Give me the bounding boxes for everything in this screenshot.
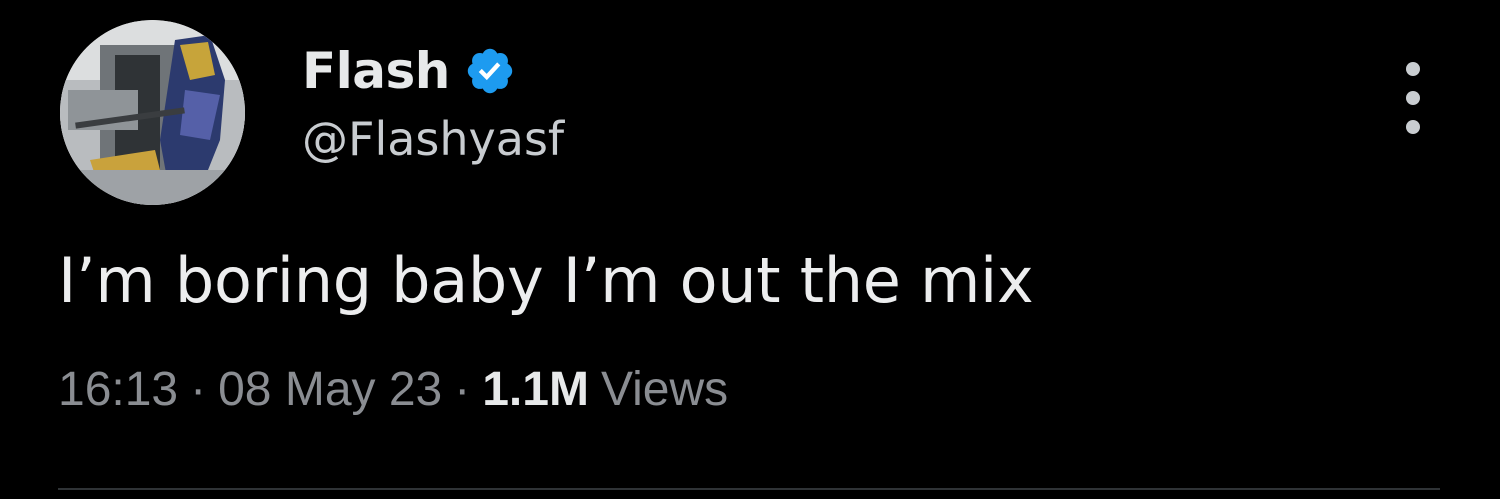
more-options-icon bbox=[1406, 62, 1420, 76]
user-handle[interactable]: @Flashyasf bbox=[302, 112, 564, 166]
display-name[interactable]: Flash bbox=[302, 42, 450, 100]
more-options-icon bbox=[1406, 120, 1420, 134]
views-label[interactable]: Views bbox=[601, 362, 728, 417]
tweet: Flash @Flashyasf I’m boring baby I’m out… bbox=[0, 0, 1500, 499]
divider bbox=[58, 488, 1440, 490]
more-options-button[interactable] bbox=[1390, 62, 1436, 134]
views-count[interactable]: 1.1M bbox=[482, 362, 589, 417]
meta-separator: · bbox=[454, 363, 471, 416]
avatar-image bbox=[60, 20, 245, 205]
display-name-row: Flash bbox=[302, 36, 516, 106]
verified-badge-icon[interactable] bbox=[464, 45, 516, 97]
tweet-meta: 16:13 · 08 May 23 · 1.1M Views bbox=[58, 362, 728, 417]
tweet-text: I’m boring baby I’m out the mix bbox=[58, 244, 1034, 317]
more-options-icon bbox=[1406, 91, 1420, 105]
tweet-date[interactable]: 08 May 23 bbox=[218, 362, 442, 417]
avatar[interactable] bbox=[60, 20, 245, 205]
tweet-time[interactable]: 16:13 bbox=[58, 362, 178, 417]
meta-separator: · bbox=[190, 363, 207, 416]
